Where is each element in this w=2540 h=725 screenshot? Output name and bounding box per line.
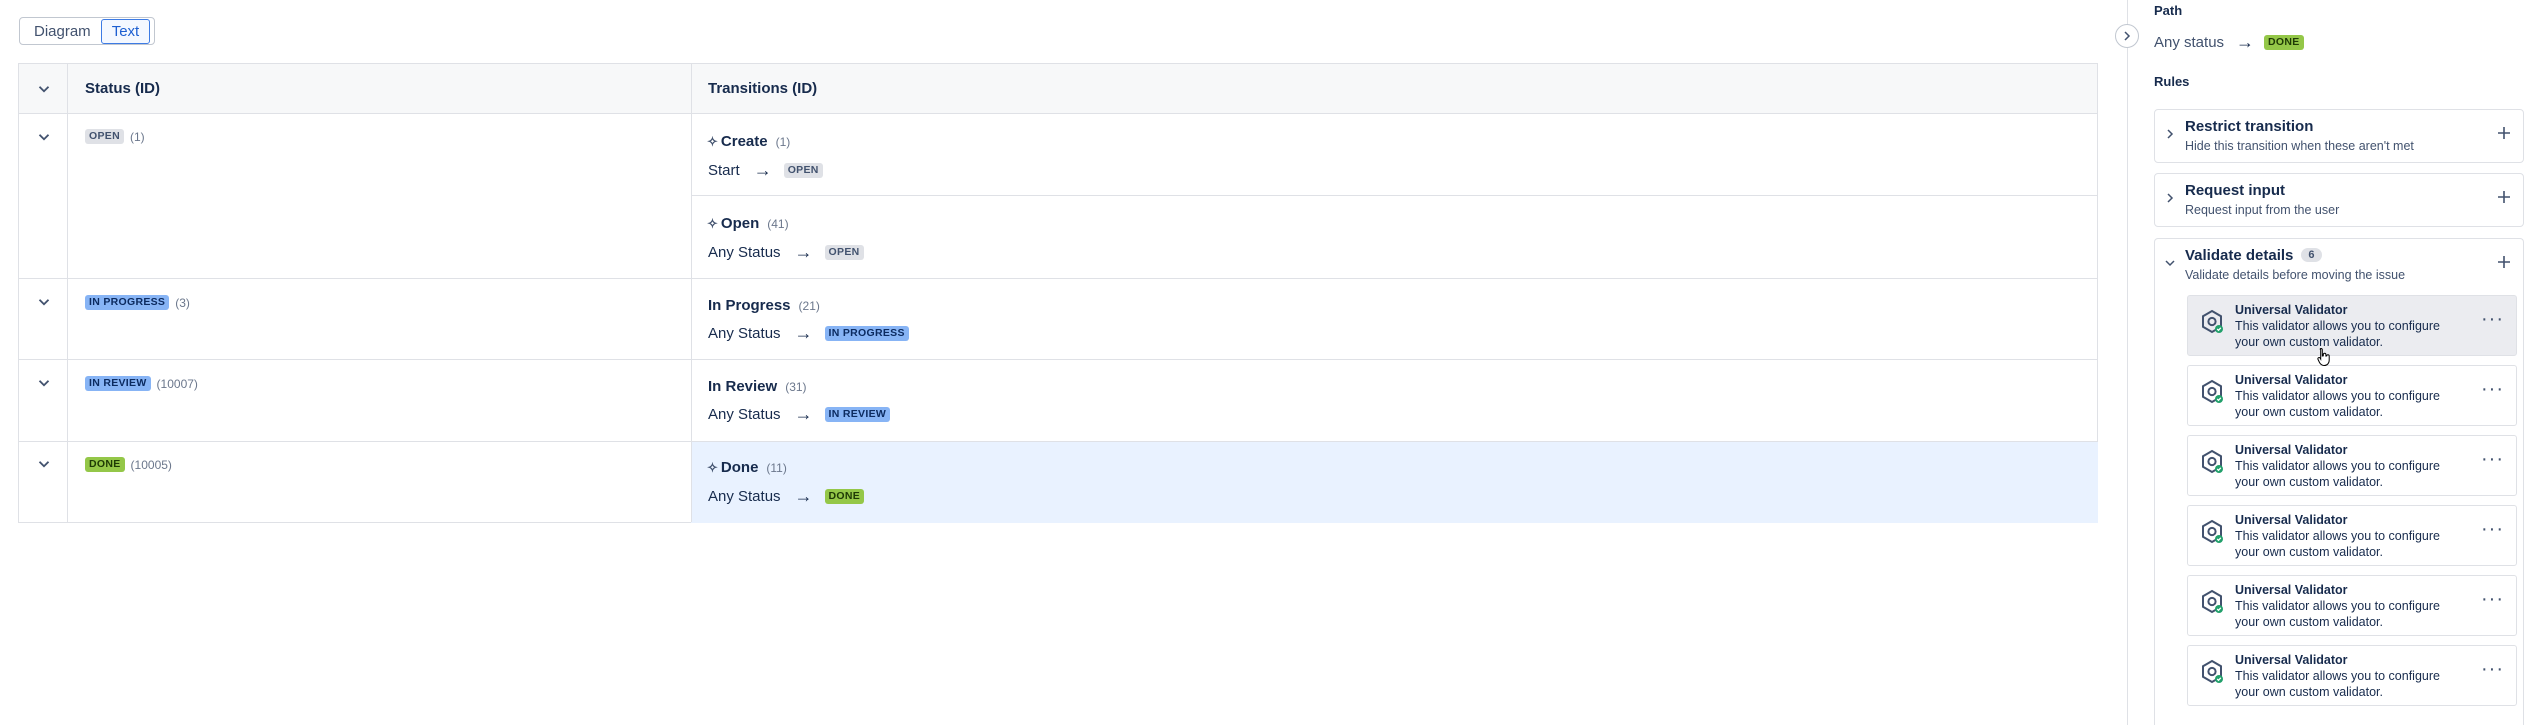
validator-card[interactable]: Universal Validator This validator allows… (2187, 365, 2517, 426)
add-icon[interactable] (2495, 188, 2513, 206)
validator-title: Universal Validator (2235, 373, 2348, 387)
status-lozenge: OPEN (85, 129, 124, 144)
chevron-right-icon (2167, 129, 2174, 139)
add-icon[interactable] (2495, 253, 2513, 271)
rule-description: Validate details before moving the issue (2185, 268, 2406, 282)
status-lozenge: IN PROGRESS (85, 295, 170, 310)
view-toggle: Diagram Text (19, 17, 156, 45)
chevron-right-icon (2167, 193, 2174, 203)
more-actions-icon[interactable]: ··· (2481, 379, 2504, 399)
more-actions-icon[interactable]: ··· (2481, 309, 2504, 329)
validator-icon (2202, 309, 2223, 334)
row-chevron-icon[interactable] (35, 293, 53, 311)
transition-in-progress[interactable]: In Progress (21) (708, 297, 820, 314)
arrow-right-icon: → (753, 160, 772, 180)
transition-done[interactable]: ✧ Done (11) (707, 459, 787, 476)
path-label: Path (2154, 3, 2183, 18)
rule-description: Hide this transition when these aren't m… (2185, 139, 2414, 153)
validator-card[interactable]: Universal Validator This validator allows… (2187, 575, 2517, 636)
more-actions-icon[interactable]: ··· (2481, 449, 2504, 469)
arrow-right-icon: → (2236, 32, 2255, 52)
text-view-button[interactable]: Text (100, 18, 151, 44)
arrow-right-icon: → (794, 242, 813, 262)
validator-card[interactable]: Universal Validator This validator allows… (2187, 295, 2517, 356)
transition-create[interactable]: ✧ Create (1) (707, 133, 790, 150)
rule-restrict-transition[interactable]: Restrict transition Hide this transition… (2154, 109, 2524, 163)
status-done: DONE (10005) (85, 457, 172, 472)
initial-transition-icon: ✧ (707, 459, 718, 475)
status-id: (3) (175, 295, 190, 310)
rule-description: Request input from the user (2185, 203, 2340, 217)
arrow-right-icon: → (794, 404, 813, 424)
validator-icon (2202, 449, 2223, 474)
transition-path: Start → OPEN (708, 160, 823, 181)
rule-title: Request input (2185, 182, 2285, 199)
add-icon[interactable] (2495, 124, 2513, 142)
status-in-review: IN REVIEW (10007) (85, 376, 198, 391)
validator-icon (2202, 659, 2223, 684)
rule-title: Validate details 6 (2185, 247, 2322, 264)
validator-icon (2202, 589, 2223, 614)
arrow-right-icon: → (794, 323, 813, 343)
validator-description: This validator allows you to configure y… (2235, 529, 2440, 559)
arrow-right-icon: → (794, 486, 813, 506)
transitions-column-header: Transitions (ID) (708, 80, 818, 97)
status-open: OPEN (1) (85, 129, 145, 144)
status-lozenge: DONE (85, 457, 125, 472)
more-actions-icon[interactable]: ··· (2481, 659, 2504, 679)
transition-path: Any Status → OPEN (708, 242, 864, 263)
chevron-down-icon (2165, 260, 2175, 267)
status-lozenge: IN REVIEW (85, 376, 151, 391)
rule-request-input[interactable]: Request input Request input from the use… (2154, 173, 2524, 227)
validator-description: This validator allows you to configure y… (2235, 669, 2440, 699)
status-id: (10005) (130, 457, 172, 472)
validator-icon (2202, 519, 2223, 544)
transition-path: Any Status → IN PROGRESS (708, 323, 909, 344)
row-chevron-icon[interactable] (35, 455, 53, 473)
validator-description: This validator allows you to configure y… (2235, 389, 2440, 419)
status-in-progress: IN PROGRESS (3) (85, 295, 190, 310)
transition-in-review[interactable]: In Review (31) (708, 378, 807, 395)
table-header (19, 64, 2097, 114)
chevron-right-icon (2124, 31, 2131, 41)
validator-description: This validator allows you to configure y… (2235, 459, 2440, 489)
validator-card[interactable]: Universal Validator This validator allows… (2187, 435, 2517, 496)
collapse-panel-button[interactable] (2115, 24, 2139, 48)
validator-icon (2202, 379, 2223, 404)
status-column-header: Status (ID) (85, 80, 160, 97)
validator-title: Universal Validator (2235, 513, 2348, 527)
row-chevron-icon[interactable] (35, 374, 53, 392)
validator-card[interactable]: Universal Validator This validator allows… (2187, 645, 2517, 706)
hand-cursor-icon (2317, 347, 2330, 367)
more-actions-icon[interactable]: ··· (2481, 519, 2504, 539)
workflow-table: Status (ID) Transitions (ID) OPEN (1) ✧ … (18, 63, 2098, 523)
validator-card[interactable]: Universal Validator This validator allows… (2187, 505, 2517, 566)
transition-path: Any Status → IN REVIEW (708, 404, 891, 425)
transition-path: Any Status → DONE (708, 486, 865, 507)
initial-transition-icon: ✧ (707, 215, 718, 231)
rule-title: Restrict transition (2185, 118, 2314, 135)
validator-title: Universal Validator (2235, 583, 2348, 597)
validator-title: Universal Validator (2235, 653, 2348, 667)
collapse-all-chevron-icon[interactable] (35, 80, 53, 98)
transition-open[interactable]: ✧ Open (41) (707, 215, 789, 232)
validator-description: This validator allows you to configure y… (2235, 599, 2440, 629)
status-id: (10007) (156, 376, 198, 391)
validator-title: Universal Validator (2235, 303, 2348, 317)
row-chevron-icon[interactable] (35, 128, 53, 146)
more-actions-icon[interactable]: ··· (2481, 589, 2504, 609)
transition-path-summary: Any status → DONE (2154, 32, 2304, 53)
validator-description: This validator allows you to configure y… (2235, 319, 2440, 349)
validator-title: Universal Validator (2235, 443, 2348, 457)
diagram-view-button[interactable]: Diagram (24, 20, 101, 43)
status-id: (1) (129, 129, 145, 144)
validator-count-badge: 6 (2301, 248, 2322, 262)
rules-label: Rules (2154, 74, 2190, 89)
initial-transition-icon: ✧ (707, 133, 718, 149)
selected-row-highlight (691, 442, 2098, 523)
